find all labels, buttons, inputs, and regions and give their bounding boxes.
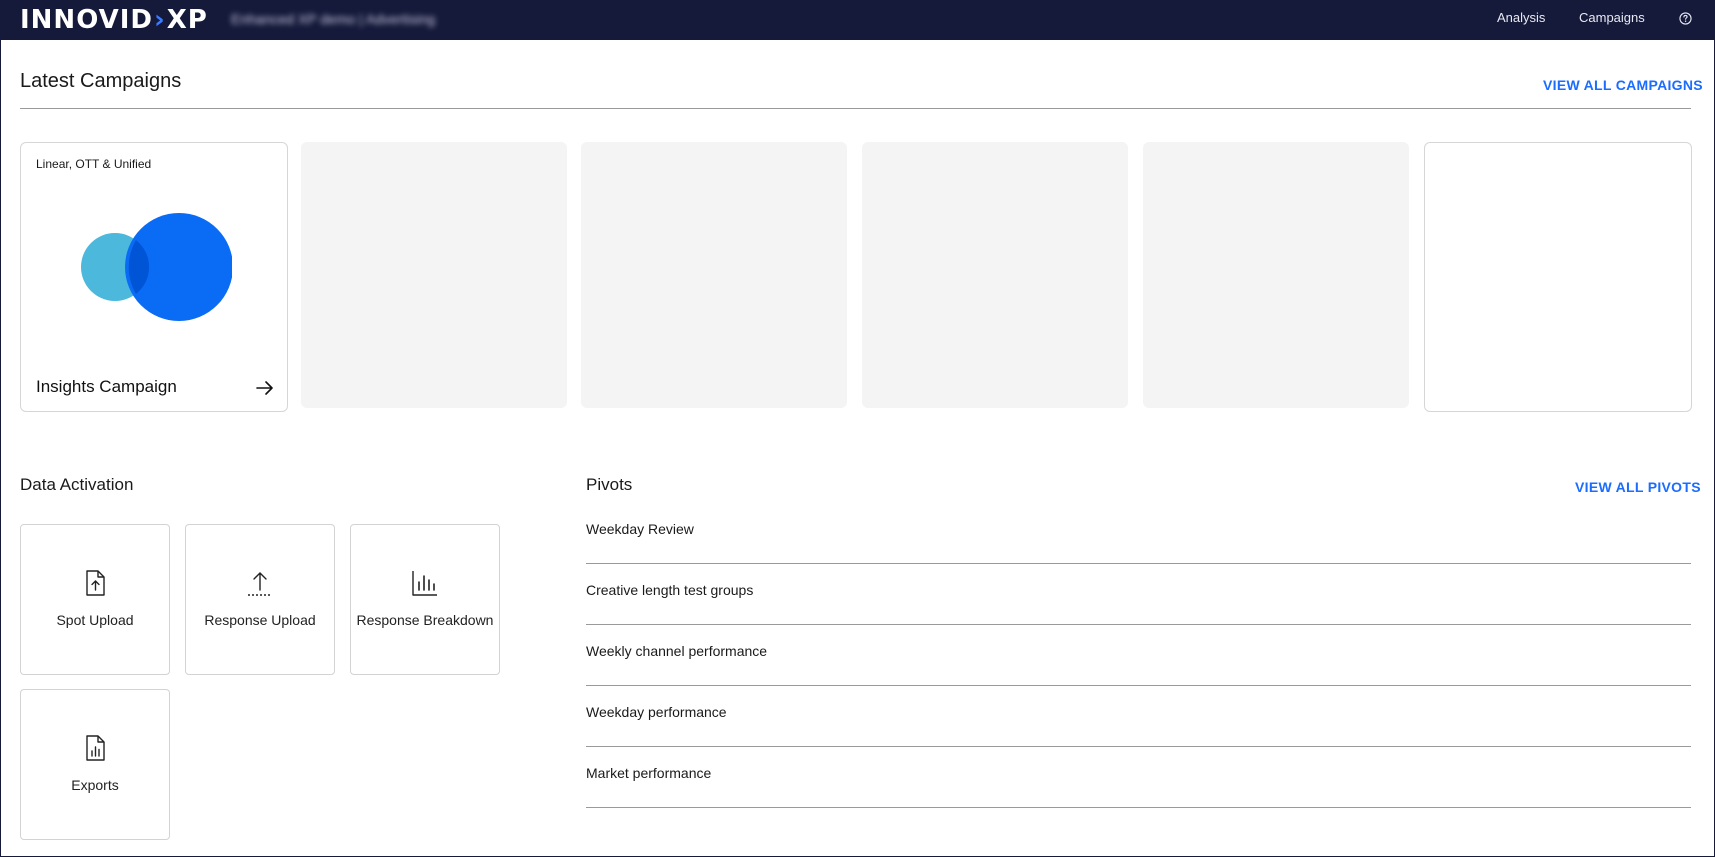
pivot-item[interactable]: Market performance: [586, 747, 1691, 808]
innovid-xp-logo[interactable]: INNOVID › XP: [20, 5, 208, 35]
pivot-item-label: Weekly channel performance: [586, 643, 768, 659]
campaign-card-insights[interactable]: Linear, OTT & Unified Insights Campaign: [20, 142, 288, 412]
tile-label: Spot Upload: [56, 612, 134, 628]
data-activation-title: Data Activation: [20, 475, 134, 494]
tile-label: Exports: [71, 777, 119, 793]
upload-arrow-icon: [248, 572, 272, 596]
help-circle-icon[interactable]: [1679, 12, 1692, 25]
response-upload-tile[interactable]: Response Upload: [185, 524, 335, 675]
section-divider: [20, 108, 1691, 109]
view-all-pivots-link[interactable]: VIEW ALL PIVOTS: [1575, 479, 1701, 495]
pivot-item[interactable]: Weekly channel performance: [586, 625, 1691, 686]
arrow-right-icon[interactable]: [256, 380, 274, 396]
file-chart-icon: [86, 735, 105, 761]
nav-analysis[interactable]: Analysis: [1497, 0, 1545, 36]
pivot-item[interactable]: Creative length test groups: [586, 564, 1691, 625]
pivot-item-label: Creative length test groups: [586, 582, 754, 598]
campaign-card-placeholder: [1143, 142, 1409, 408]
pivot-item-label: Market performance: [586, 765, 712, 781]
top-navigation-bar: INNOVID › XP Enhanced XP demo | Advertis…: [0, 0, 1715, 40]
environment-label: Enhanced XP demo | Advertising: [231, 11, 436, 27]
campaign-tag: Linear, OTT & Unified: [36, 157, 152, 171]
venn-diagram-icon: [81, 213, 232, 321]
exports-tile[interactable]: Exports: [20, 689, 170, 840]
pivot-item-label: Weekday performance: [586, 704, 727, 720]
latest-campaigns-title: Latest Campaigns: [20, 70, 182, 92]
campaign-card-placeholder: [862, 142, 1128, 408]
file-upload-icon: [86, 570, 105, 596]
pivot-item[interactable]: Weekday performance: [586, 686, 1691, 747]
tile-label: Response Breakdown: [356, 612, 494, 628]
nav-campaigns[interactable]: Campaigns: [1579, 0, 1645, 36]
logo-chevron-icon: ›: [153, 5, 166, 35]
logo-text: INNOVID: [20, 5, 153, 35]
campaign-name: Insights Campaign: [36, 377, 177, 396]
pivot-item-label: Weekday Review: [586, 521, 694, 537]
spot-upload-tile[interactable]: Spot Upload: [20, 524, 170, 675]
tile-label: Response Upload: [204, 612, 316, 628]
bar-chart-icon: [412, 571, 437, 596]
response-breakdown-tile[interactable]: Response Breakdown: [350, 524, 500, 675]
logo-suffix: XP: [166, 5, 208, 35]
campaign-card-placeholder: [581, 142, 847, 408]
campaign-card-placeholder: [301, 142, 567, 408]
campaign-card-empty: [1424, 142, 1692, 412]
view-all-campaigns-link[interactable]: VIEW ALL CAMPAIGNS: [1543, 77, 1703, 93]
pivots-title: Pivots: [586, 475, 633, 494]
pivot-item[interactable]: Weekday Review: [586, 503, 1691, 564]
